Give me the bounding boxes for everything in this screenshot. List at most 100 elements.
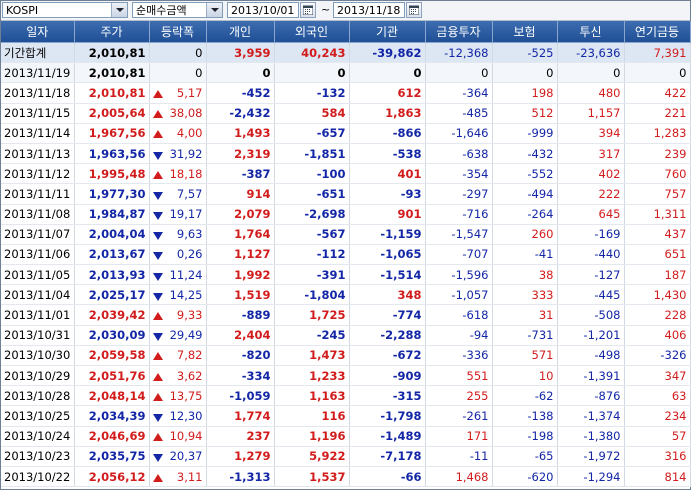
summary-row[interactable]: 기간합계 2,010,81 0 3,959 40,243 -39,862 -12… — [1, 42, 691, 64]
date-from-value: 2013/10/01 — [231, 4, 295, 17]
table-row[interactable]: 2013/11/14 1,967,56 4,00 1,493 -657 -866 -1,64… — [1, 123, 691, 144]
row-individual: 237 — [206, 426, 275, 447]
row-trust: 480 — [557, 82, 625, 104]
row-date: 2013/11/07 — [1, 224, 75, 245]
date-from-field[interactable]: 2013/10/01 — [227, 2, 299, 18]
table-row[interactable]: 2013/10/22 2,056,12 3,11 -1,313 1,537 -66 1,46… — [1, 466, 691, 488]
table-row[interactable]: 2013/11/13 1,963,56 31,92 2,319 -1,851 -538 -6… — [1, 143, 691, 165]
table-row[interactable]: 2013/10/31 2,030,09 29,49 2,404 -245 -2,288 -9… — [1, 325, 691, 346]
row-fin-invest: -336 — [425, 345, 493, 367]
row-date: 2013/10/25 — [1, 405, 75, 427]
table-row[interactable]: 2013/10/30 2,059,58 7,82 -820 1,473 -672 -336 5… — [1, 345, 691, 367]
row-individual: -889 — [206, 304, 275, 326]
column-header[interactable]: 연기금등 — [624, 21, 691, 43]
table-row[interactable]: 2013/11/18 2,010,81 5,17 -452 -132 612 -364 198… — [1, 82, 691, 104]
row-institution: 612 — [349, 82, 426, 104]
row-change-cell: 11,24 — [149, 264, 207, 286]
row-change-cell: 18,18 — [149, 163, 207, 185]
row-date: 2013/11/04 — [1, 284, 75, 306]
column-header[interactable]: 일자 — [1, 21, 75, 43]
column-header[interactable]: 개인 — [206, 21, 275, 43]
row-trust: 317 — [557, 143, 625, 165]
row-price: 2,056,12 — [74, 466, 150, 488]
row-price: 2,025,17 — [74, 284, 150, 306]
calendar-icon[interactable] — [300, 2, 316, 18]
row-price: 2,010,81 — [74, 82, 150, 104]
row-date: 2013/11/14 — [1, 123, 75, 144]
summary-label: 기간합계 — [1, 42, 75, 64]
row-trust: -1,201 — [557, 325, 625, 346]
table-row[interactable]: 2013/10/28 2,048,14 13,75 -1,059 1,163 -315 25… — [1, 385, 691, 407]
column-header[interactable]: 등락폭 — [149, 21, 207, 43]
summary-price: 2,010,81 — [74, 42, 150, 64]
row-date: 2013/10/31 — [1, 325, 75, 346]
table-row[interactable]: 2013/10/25 2,034,39 12,30 1,774 116 -1,798 -26… — [1, 405, 691, 427]
row-foreign: -100 — [274, 163, 350, 185]
row-foreign: 5,922 — [274, 446, 350, 467]
table-row[interactable]: 2013/11/19 2,010,81 0 0 0 0 0 0 0 0 — [1, 62, 691, 84]
column-header[interactable]: 주가 — [74, 21, 150, 43]
metric-select[interactable]: 순매수금액 — [132, 2, 223, 18]
column-header[interactable]: 외국인 — [274, 21, 350, 43]
summary-pension: 7,391 — [624, 42, 691, 64]
row-price: 2,034,39 — [74, 405, 150, 427]
row-trust: -1,294 — [557, 466, 625, 488]
triangle-down-icon — [152, 151, 163, 160]
table-row[interactable]: 2013/10/24 2,046,69 10,94 237 1,196 -1,489 171… — [1, 426, 691, 447]
table-row[interactable]: 2013/11/06 2,013,67 0,26 1,127 -112 -1,065 -70… — [1, 244, 691, 266]
row-insurance: 333 — [492, 284, 558, 306]
date-to-field[interactable]: 2013/11/18 — [333, 2, 405, 18]
row-fin-invest: -707 — [425, 244, 493, 266]
summary-fin-invest: -12,368 — [425, 42, 493, 64]
triangle-up-icon — [152, 89, 163, 98]
row-individual: -334 — [206, 365, 275, 387]
triangle-up-icon — [152, 392, 163, 401]
row-foreign: -2,698 — [274, 204, 350, 225]
row-change: 29,49 — [169, 328, 203, 343]
table-row[interactable]: 2013/11/05 2,013,93 11,24 1,992 -391 -1,514 -1… — [1, 264, 691, 286]
column-header[interactable]: 보험 — [492, 21, 558, 43]
row-foreign: -112 — [274, 244, 350, 266]
table-row[interactable]: 2013/11/11 1,977,30 7,57 914 -651 -93 -297 -494… — [1, 183, 691, 205]
row-fin-invest: -485 — [425, 103, 493, 124]
market-select[interactable]: KOSPI — [2, 2, 128, 18]
row-trust: -1,374 — [557, 405, 625, 427]
chevron-down-icon[interactable] — [111, 3, 127, 17]
triangle-down-icon — [152, 212, 163, 221]
row-pension: -326 — [624, 345, 691, 367]
row-insurance: 38 — [492, 264, 558, 286]
row-trust: -127 — [557, 264, 625, 286]
table-row[interactable]: 2013/10/23 2,035,75 20,37 1,279 5,922 -7,178-… — [1, 446, 691, 467]
table-row[interactable]: 2013/11/15 2,005,64 38,08 -2,432 584 1,863 -48… — [1, 103, 691, 124]
triangle-down-icon — [152, 252, 163, 261]
column-header[interactable]: 투신 — [557, 21, 625, 43]
table-row[interactable]: 2013/11/04 2,025,17 14,25 1,519 -1,804 348 -1,… — [1, 284, 691, 306]
row-foreign: -657 — [274, 123, 350, 144]
row-individual: -1,313 — [206, 466, 275, 488]
column-header[interactable]: 금융투자 — [425, 21, 493, 43]
row-individual: -452 — [206, 82, 275, 104]
row-insurance: -62 — [492, 385, 558, 407]
row-institution: 401 — [349, 163, 426, 185]
row-individual: 1,519 — [206, 284, 275, 306]
chevron-down-icon[interactable] — [206, 3, 222, 17]
table-row[interactable]: 2013/11/01 2,039,42 9,33 -889 1,725 -774 -618 3… — [1, 304, 691, 326]
column-header[interactable]: 기관 — [349, 21, 426, 43]
row-pension: 234 — [624, 405, 691, 427]
table-row[interactable]: 2013/10/29 2,051,76 3,62 -334 1,233 -909 551 10… — [1, 365, 691, 387]
row-individual: 1,992 — [206, 264, 275, 286]
table-row[interactable]: 2013/11/08 1,984,87 19,17 2,079 -2,698 901 -71… — [1, 204, 691, 225]
table-row[interactable]: 2013/11/07 2,004,04 9,63 1,764 -567 -1,159 -1,… — [1, 224, 691, 245]
row-date: 2013/10/22 — [1, 466, 75, 488]
row-fin-invest: 0 — [425, 62, 493, 84]
row-institution: -315 — [349, 385, 426, 407]
row-foreign: 1,725 — [274, 304, 350, 326]
row-insurance: -552 — [492, 163, 558, 185]
row-price: 2,059,58 — [74, 345, 150, 367]
calendar-icon[interactable] — [406, 2, 422, 18]
row-change: 12,30 — [169, 408, 203, 423]
table-row[interactable]: 2013/11/12 1,995,48 18,18 -387 -100 401 -354 -5… — [1, 163, 691, 185]
market-select-value: KOSPI — [6, 4, 39, 17]
row-pension: 187 — [624, 264, 691, 286]
triangle-up-icon — [152, 433, 163, 442]
